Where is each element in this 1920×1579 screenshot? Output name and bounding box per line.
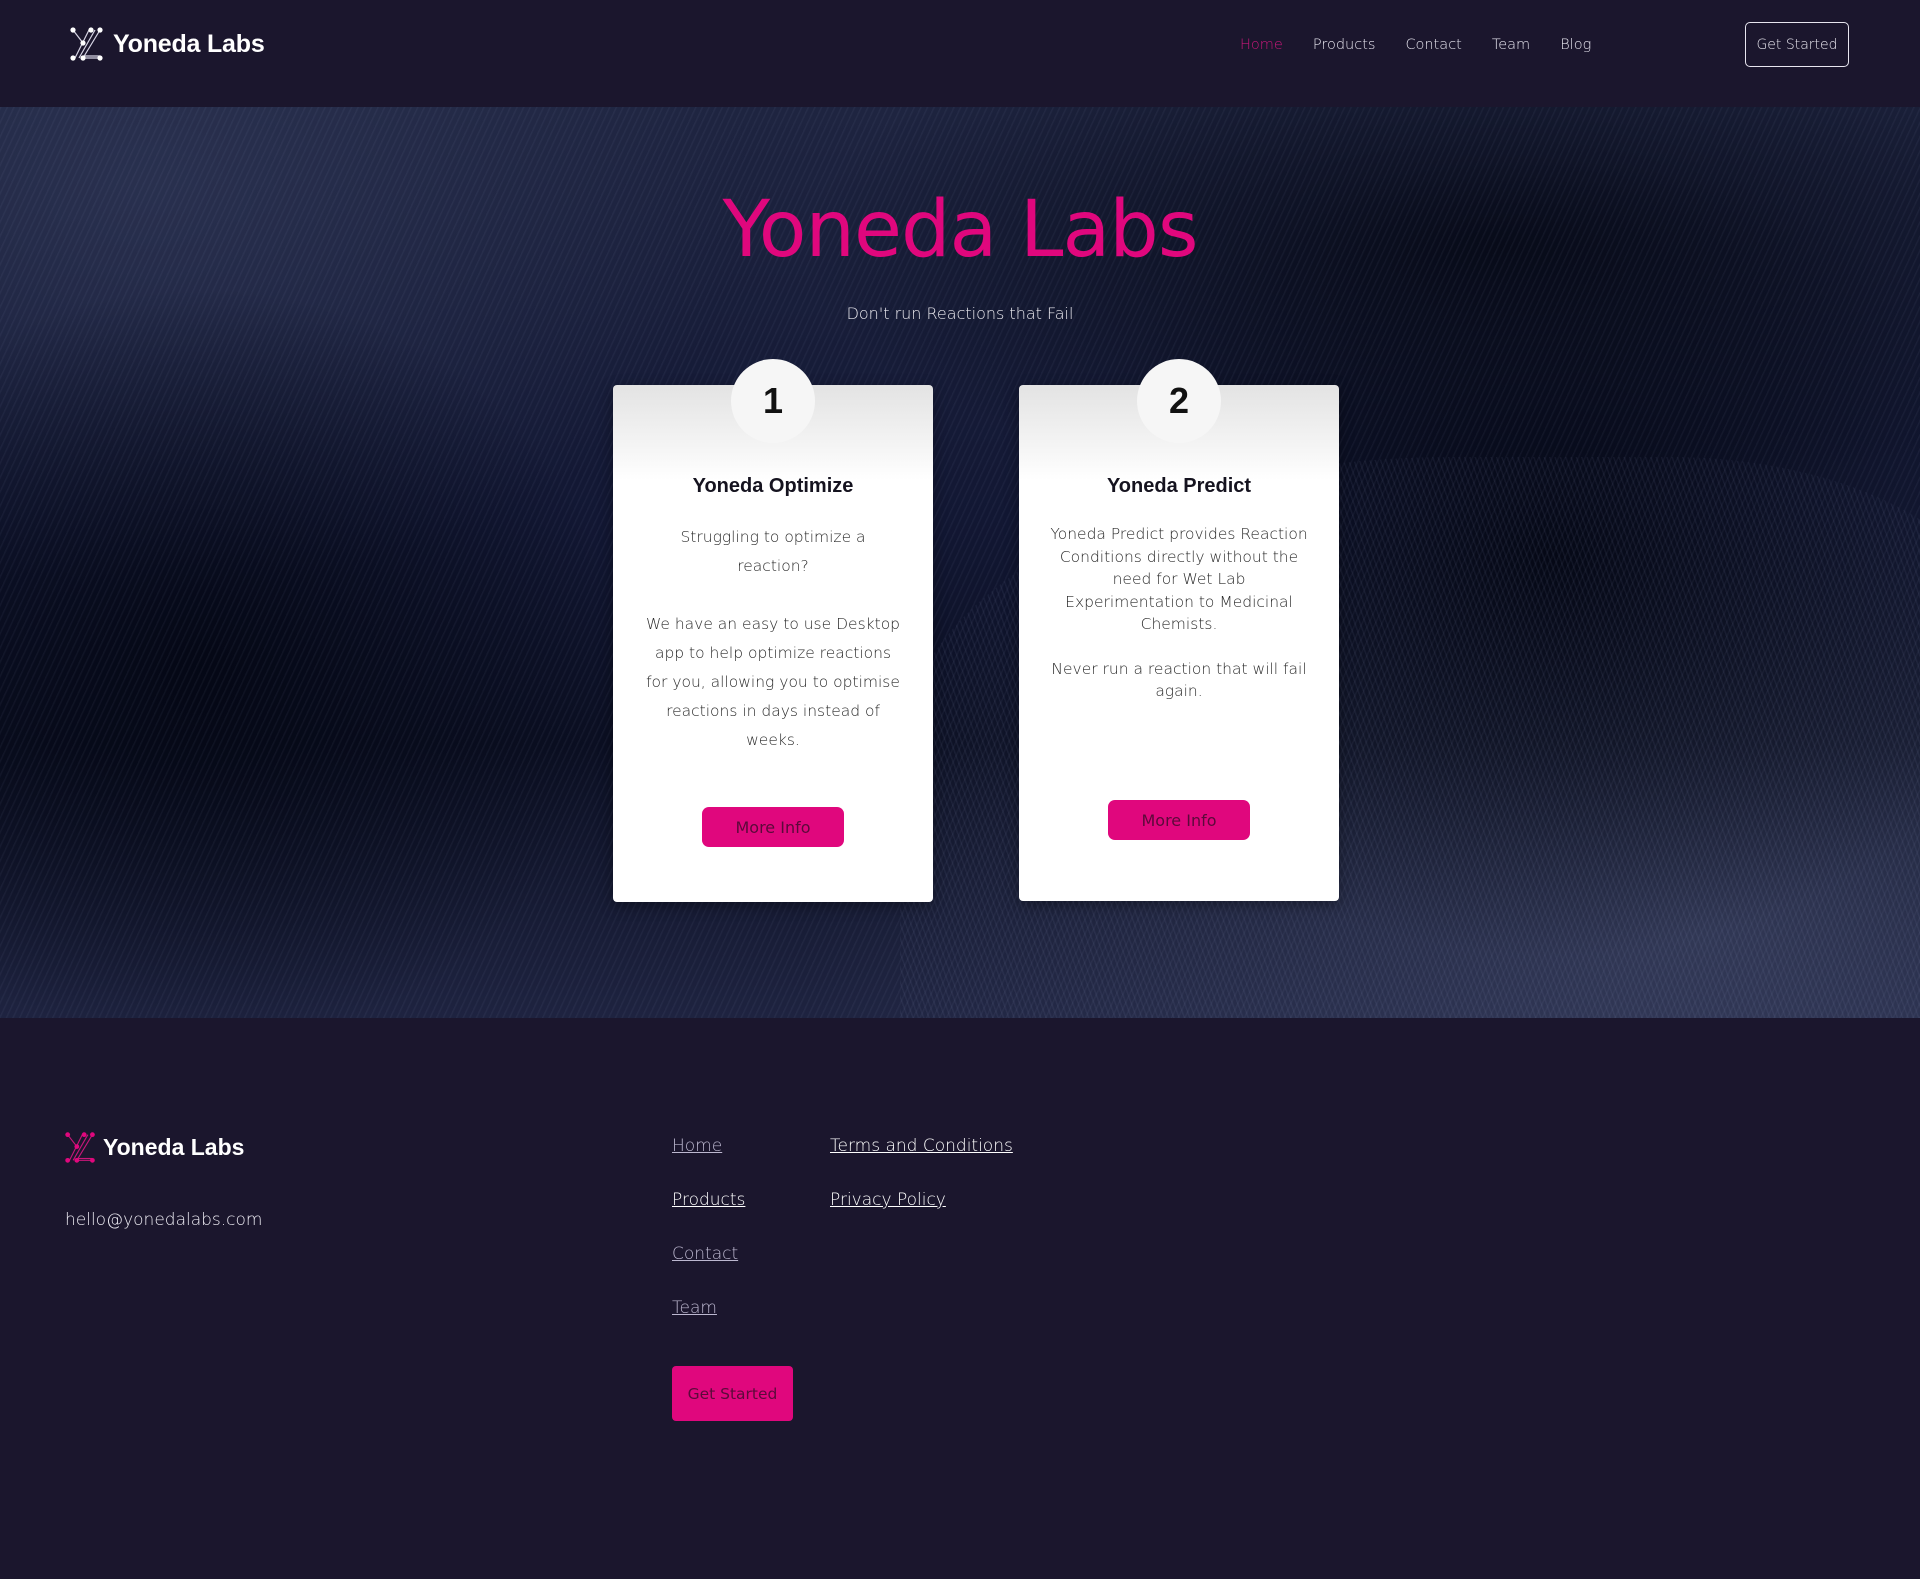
header-logo-text: Yoneda Labs (113, 29, 265, 58)
card-paragraph: Yoneda Predict provides Reaction Conditi… (1050, 525, 1308, 633)
nav-team[interactable]: Team (1492, 37, 1530, 53)
footer-link-home[interactable]: Home (672, 1136, 722, 1156)
footer-email[interactable]: hello@yonedalabs.com (65, 1210, 262, 1230)
header-get-started-button[interactable]: Get Started (1745, 22, 1849, 67)
nav-products[interactable]: Products (1313, 37, 1376, 53)
nav-home[interactable]: Home (1240, 37, 1283, 53)
site-header: Yoneda Labs Home Products Contact Team B… (0, 0, 1920, 107)
footer-get-started-button[interactable]: Get Started (672, 1366, 793, 1421)
footer-link-terms[interactable]: Terms and Conditions (830, 1136, 1013, 1156)
card-number-badge: 2 (1137, 359, 1221, 443)
more-info-button-optimize[interactable]: More Info (702, 807, 844, 847)
card-paragraph: Struggling to optimize a reaction? (680, 528, 866, 575)
card-title: Yoneda Optimize (692, 475, 854, 497)
card-title: Yoneda Predict (1106, 475, 1252, 497)
more-info-button-predict[interactable]: More Info (1108, 800, 1250, 840)
yoneda-logo-icon (70, 27, 103, 61)
main-nav: Home Products Contact Team Blog (1240, 34, 1621, 56)
footer-link-team[interactable]: Team (672, 1298, 717, 1318)
product-card-predict: 2 Yoneda Predict Yoneda Predict provides… (1019, 359, 1339, 901)
product-card-optimize: 1 Yoneda Optimize Struggling to optimize… (613, 359, 933, 902)
nav-blog[interactable]: Blog (1560, 37, 1591, 53)
footer-logo-text: Yoneda Labs (103, 1133, 245, 1160)
footer-link-privacy[interactable]: Privacy Policy (830, 1190, 946, 1210)
card-paragraph: Never run a reaction that will fail agai… (1051, 659, 1307, 701)
hero-subtitle: Don't run Reactions that Fail (846, 304, 1074, 323)
hero-section: Yoneda Labs Don't run Reactions that Fai… (0, 107, 1920, 1018)
site-footer: Yoneda Labs hello@yonedalabs.com Home Pr… (0, 1018, 1920, 1579)
yoneda-logo-icon (65, 1131, 95, 1163)
footer-logo[interactable]: Yoneda Labs (64, 1130, 244, 1164)
nav-contact[interactable]: Contact (1405, 37, 1461, 53)
card-description: Yoneda Predict provides Reaction Conditi… (1049, 523, 1309, 703)
card-number-badge: 1 (731, 359, 815, 443)
header-logo[interactable]: Yoneda Labs (69, 26, 265, 62)
card-paragraph: We have an easy to use Desktop app to he… (645, 615, 901, 749)
card-description: Struggling to optimize a reaction? We ha… (643, 523, 903, 755)
footer-link-products[interactable]: Products (672, 1190, 745, 1210)
footer-link-contact[interactable]: Contact (672, 1244, 738, 1264)
hero-title: Yoneda Labs (722, 185, 1199, 275)
